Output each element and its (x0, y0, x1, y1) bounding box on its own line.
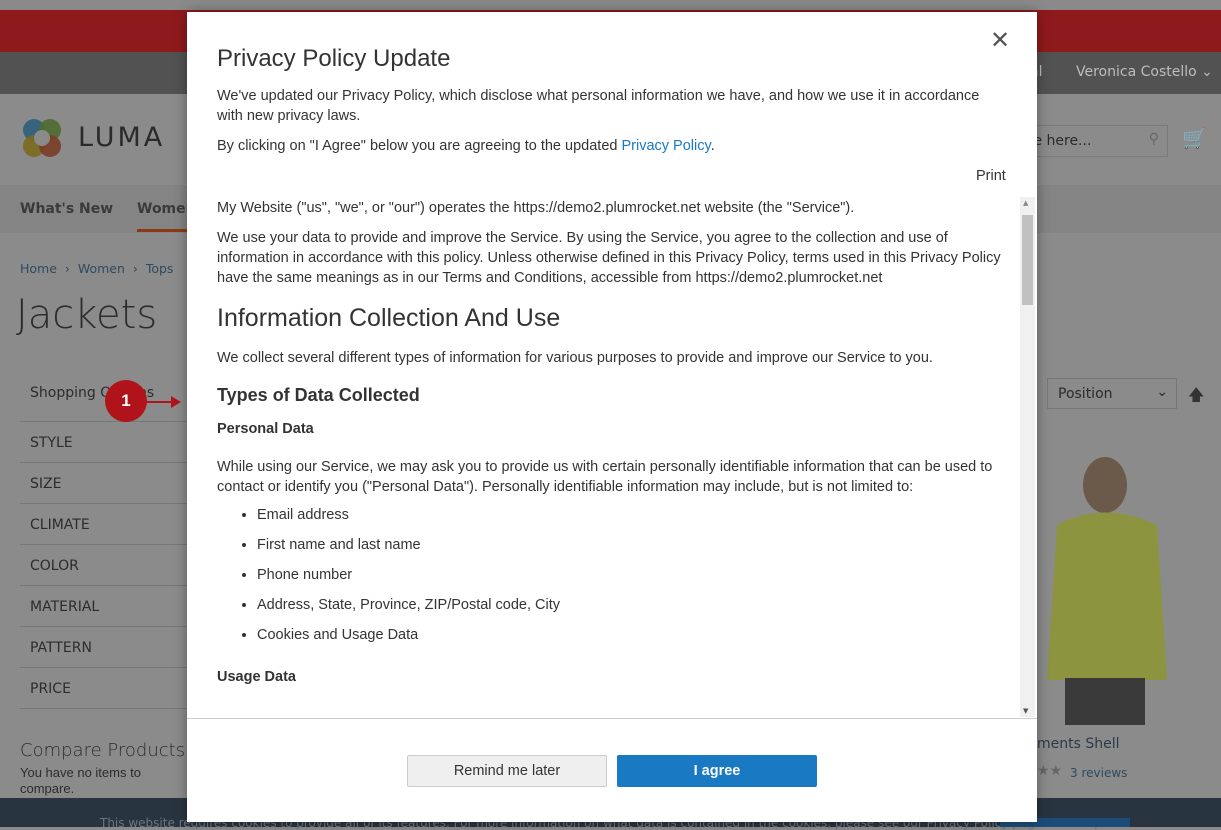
customer-name: Veronica Costello (1076, 64, 1197, 80)
page-title: Jackets (16, 292, 158, 338)
search-icon[interactable]: ⚲ (1149, 131, 1159, 147)
filter-color[interactable]: COLOR (20, 544, 190, 585)
list-item: Cookies and Usage Data (257, 625, 1007, 645)
personal-data-heading: Personal Data (217, 421, 314, 437)
list-item: Phone number (257, 565, 1007, 585)
chevron-down-icon: ⌄ (1156, 384, 1168, 400)
subsection-heading: Types of Data Collected (217, 385, 420, 405)
print-link[interactable]: Print (976, 166, 1006, 186)
close-icon[interactable]: ✕ (990, 26, 1010, 55)
logo-text: LUMA (78, 122, 166, 153)
nav-women[interactable]: Women (137, 201, 187, 232)
remind-me-later-button[interactable]: Remind me later (407, 755, 607, 787)
breadcrumb-tops[interactable]: Tops (146, 261, 174, 276)
breadcrumb: Home › Women › Tops (20, 261, 174, 276)
modal-title: Privacy Policy Update (217, 45, 451, 72)
agree-prefix: By clicking on "I Agree" below you are a… (217, 138, 622, 154)
annotation-marker: 1 (105, 380, 147, 422)
cart-icon[interactable]: 🛒 (1182, 126, 1207, 150)
reviews-link[interactable]: 3 reviews (1070, 766, 1127, 780)
customer-menu[interactable]: Veronica Costello ⌄ (1076, 64, 1213, 80)
filter-pattern[interactable]: PATTERN (20, 626, 190, 667)
sort-value: Position (1058, 386, 1113, 402)
scroll-up-arrow-icon[interactable]: ▲ (1023, 199, 1028, 207)
nav-whats-new[interactable]: What's New (20, 201, 113, 217)
modal-intro: We've updated our Privacy Policy, which … (217, 88, 980, 124)
personal-data-list: Email address First name and last name P… (217, 505, 1007, 645)
breadcrumb-home[interactable]: Home (20, 261, 57, 276)
policy-paragraph: My Website ("us", "we", or "our") operat… (217, 200, 855, 216)
list-item: Email address (257, 505, 1007, 525)
filter-climate[interactable]: CLIMATE (20, 503, 190, 544)
annotation-arrowhead-icon (171, 396, 181, 408)
filter-material[interactable]: MATERIAL (20, 585, 190, 626)
sort-select[interactable]: Position ⌄ (1047, 378, 1177, 409)
footer-divider (187, 718, 1037, 719)
filter-size[interactable]: SIZE (20, 462, 190, 503)
product-name[interactable]: ments Shell (1037, 736, 1120, 752)
list-item: Address, State, Province, ZIP/Postal cod… (257, 595, 1007, 615)
annotation-arrow-icon (145, 401, 173, 403)
usage-data-heading: Usage Data (217, 669, 296, 685)
i-agree-button[interactable]: I agree (617, 755, 817, 787)
section-heading: Information Collection And Use (217, 304, 561, 332)
policy-paragraph: While using our Service, we may ask you … (217, 459, 993, 495)
modal-agree-text: By clicking on "I Agree" below you are a… (217, 136, 1007, 156)
policy-paragraph: We collect several different types of in… (217, 350, 933, 366)
privacy-policy-modal: Privacy Policy Update ✕ We've updated ou… (187, 12, 1037, 822)
content-scrollbar[interactable]: ▲ ▼ (1020, 197, 1035, 717)
filter-price[interactable]: PRICE (20, 667, 190, 709)
rating-stars-icon: ★★ (1037, 763, 1063, 779)
agree-suffix: . (710, 138, 715, 154)
privacy-policy-link[interactable]: Privacy Policy (621, 138, 710, 154)
product-image[interactable] (1037, 440, 1177, 725)
list-item: First name and last name (257, 535, 1007, 555)
sort-direction-arrow-icon[interactable]: 🡅 (1188, 384, 1204, 411)
policy-paragraph: We use your data to provide and improve … (217, 230, 1001, 286)
filter-style[interactable]: STYLE (20, 421, 190, 462)
compare-title: Compare Products (20, 740, 186, 761)
chevron-down-icon: ⌄ (1201, 64, 1213, 80)
luma-logo-icon[interactable] (20, 116, 64, 160)
scroll-down-arrow-icon[interactable]: ▼ (1023, 707, 1028, 715)
compare-text: You have no items to compare. (20, 765, 141, 796)
search-placeholder: re here... (1028, 133, 1092, 149)
policy-content[interactable]: My Website ("us", "we", or "our") operat… (217, 197, 1007, 717)
top-strip (0, 0, 1221, 10)
scrollbar-thumb[interactable] (1022, 215, 1033, 305)
breadcrumb-women[interactable]: Women (78, 261, 125, 276)
